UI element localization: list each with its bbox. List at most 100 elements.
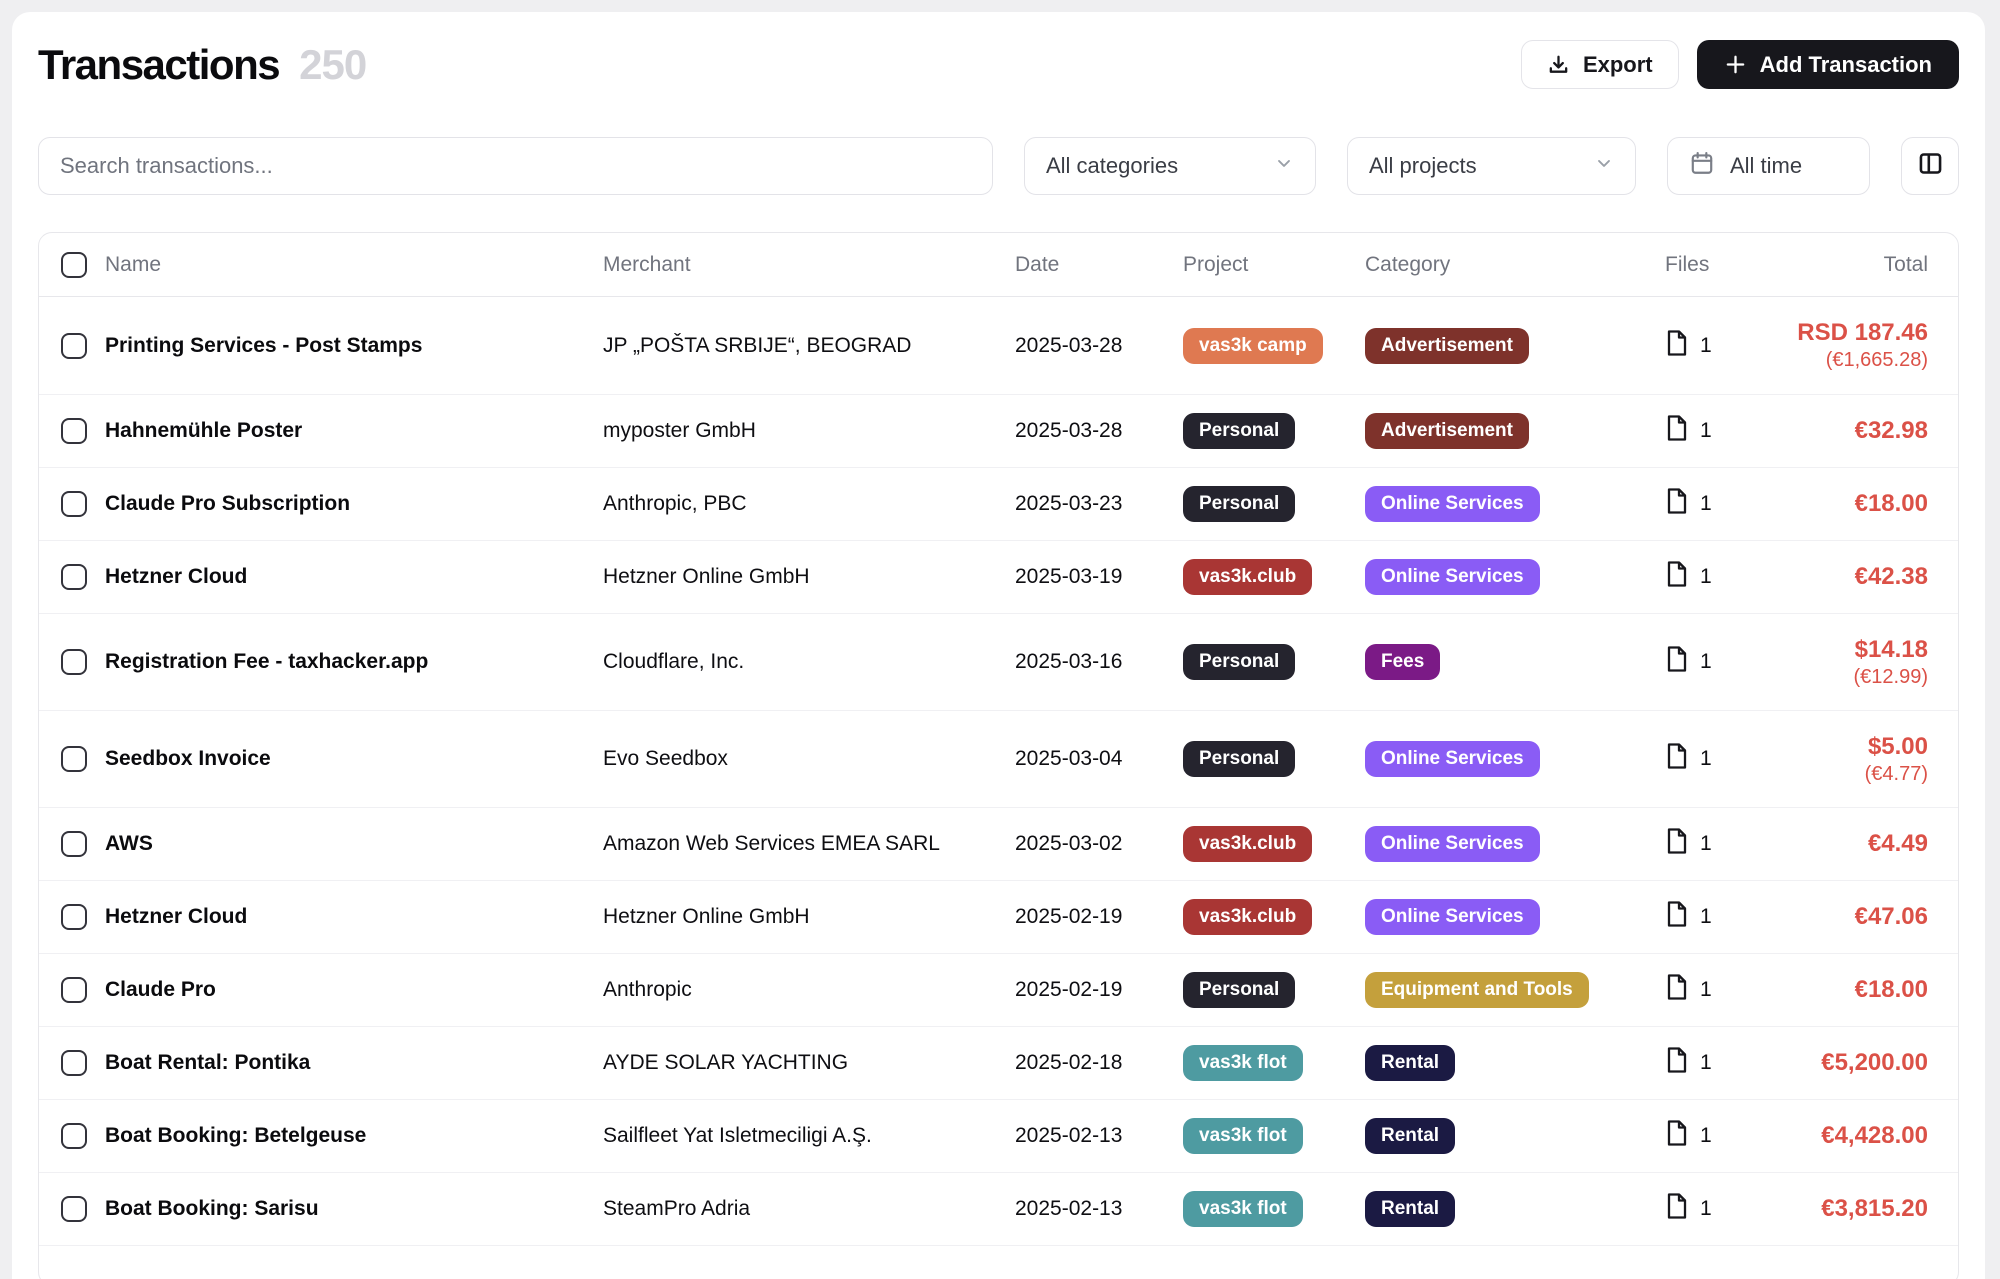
category-badge: Fees <box>1365 644 1440 680</box>
total-cell: €32.98 <box>1775 416 1928 446</box>
plus-icon <box>1724 53 1747 76</box>
project-badge: Personal <box>1183 644 1295 680</box>
table-row[interactable]: Claude ProAnthropic2025-02-19PersonalEqu… <box>39 953 1958 1026</box>
total-cell: €18.00 <box>1775 975 1928 1005</box>
project-badge: vas3k camp <box>1183 328 1323 364</box>
total-amount: €32.98 <box>1775 416 1928 446</box>
row-checkbox[interactable] <box>61 491 87 517</box>
project-badge: vas3k flot <box>1183 1191 1303 1227</box>
row-checkbox[interactable] <box>61 746 87 772</box>
header-date[interactable]: Date <box>1015 253 1183 277</box>
transaction-merchant: AYDE SOLAR YACHTING <box>603 1051 1015 1075</box>
table-row[interactable]: Registration Fee - taxhacker.appCloudfla… <box>39 613 1958 710</box>
row-checkbox[interactable] <box>61 418 87 444</box>
file-icon <box>1665 973 1689 1007</box>
page-title: Transactions <box>38 41 279 89</box>
header-merchant[interactable]: Merchant <box>603 253 1015 277</box>
projects-filter[interactable]: All projects <box>1347 137 1636 195</box>
row-checkbox[interactable] <box>61 1050 87 1076</box>
title-wrap: Transactions 250 <box>38 41 366 89</box>
table-row[interactable]: Hetzner CloudHetzner Online GmbH2025-03-… <box>39 540 1958 613</box>
categories-filter-value: All categories <box>1046 153 1178 179</box>
table-row[interactable]: Hahnemühle Postermyposter GmbH2025-03-28… <box>39 394 1958 467</box>
file-icon <box>1665 827 1689 861</box>
header-name[interactable]: Name <box>105 253 603 277</box>
row-checkbox[interactable] <box>61 333 87 359</box>
files-count: 1 <box>1700 1197 1712 1221</box>
files-count: 1 <box>1700 747 1712 771</box>
files-count: 1 <box>1700 905 1712 929</box>
files-cell: 1 <box>1665 827 1775 861</box>
total-amount: $5.00 <box>1775 732 1928 762</box>
transaction-date: 2025-03-02 <box>1015 832 1183 856</box>
search-input[interactable] <box>38 137 993 195</box>
transaction-date: 2025-03-28 <box>1015 334 1183 358</box>
transaction-name: Hetzner Cloud <box>105 565 603 589</box>
select-all-checkbox[interactable] <box>61 252 87 278</box>
transaction-date: 2025-02-13 <box>1015 1124 1183 1148</box>
transaction-merchant: Cloudflare, Inc. <box>603 650 1015 674</box>
files-cell: 1 <box>1665 900 1775 934</box>
row-checkbox[interactable] <box>61 1196 87 1222</box>
transaction-count: 250 <box>299 41 366 89</box>
total-cell: RSD 187.46(€1,665.28) <box>1775 318 1928 373</box>
category-badge: Online Services <box>1365 486 1540 522</box>
total-cell: €3,815.20 <box>1775 1194 1928 1224</box>
table-row[interactable]: Boat Booking: BetelgeuseSailfleet Yat Is… <box>39 1099 1958 1172</box>
row-checkbox[interactable] <box>61 904 87 930</box>
table-row[interactable]: Printing Services - Post StampsJP „POŠTA… <box>39 297 1958 394</box>
columns-icon <box>1917 150 1944 182</box>
transaction-merchant: Anthropic, PBC <box>603 492 1015 516</box>
transaction-date: 2025-03-04 <box>1015 747 1183 771</box>
row-checkbox[interactable] <box>61 1123 87 1149</box>
add-transaction-label: Add Transaction <box>1760 52 1932 78</box>
transaction-date: 2025-03-16 <box>1015 650 1183 674</box>
filters-bar: All categories All projects All time <box>38 137 1959 195</box>
table-row[interactable]: Boat Booking: SarisuSteamPro Adria2025-0… <box>39 1172 1958 1245</box>
row-checkbox[interactable] <box>61 831 87 857</box>
categories-filter[interactable]: All categories <box>1024 137 1316 195</box>
calendar-icon <box>1689 150 1715 182</box>
total-cell: $5.00(€4.77) <box>1775 732 1928 787</box>
table-row[interactable]: Claude Pro SubscriptionAnthropic, PBC202… <box>39 467 1958 540</box>
table-row[interactable]: Boat Rental: PontikaAYDE SOLAR YACHTING2… <box>39 1026 1958 1099</box>
row-checkbox[interactable] <box>61 649 87 675</box>
row-checkbox[interactable] <box>61 977 87 1003</box>
project-badge: Personal <box>1183 413 1295 449</box>
files-cell: 1 <box>1665 1119 1775 1153</box>
header-total[interactable]: Total <box>1775 253 1928 277</box>
files-count: 1 <box>1700 565 1712 589</box>
project-badge: vas3k.club <box>1183 826 1312 862</box>
header-project[interactable]: Project <box>1183 253 1365 277</box>
header-category[interactable]: Category <box>1365 253 1665 277</box>
transaction-name: Claude Pro Subscription <box>105 492 603 516</box>
total-amount: $14.18 <box>1775 635 1928 665</box>
transactions-page: Transactions 250 Export Add Transaction <box>12 12 1985 1279</box>
chevron-down-icon <box>1594 153 1614 179</box>
columns-toggle-button[interactable] <box>1901 137 1959 195</box>
add-transaction-button[interactable]: Add Transaction <box>1697 40 1959 89</box>
transaction-date: 2025-03-19 <box>1015 565 1183 589</box>
total-cell: €18.00 <box>1775 489 1928 519</box>
table-row[interactable]: AWSAmazon Web Services EMEA SARL2025-03-… <box>39 807 1958 880</box>
files-cell: 1 <box>1665 1046 1775 1080</box>
total-cell: $14.18(€12.99) <box>1775 635 1928 690</box>
total-cell: €5,200.00 <box>1775 1048 1928 1078</box>
header-files[interactable]: Files <box>1665 253 1775 277</box>
transaction-name: Registration Fee - taxhacker.app <box>105 650 603 674</box>
category-badge: Rental <box>1365 1191 1455 1227</box>
total-amount: €3,815.20 <box>1775 1194 1928 1224</box>
total-amount: €47.06 <box>1775 902 1928 932</box>
file-icon <box>1665 487 1689 521</box>
total-cell: €47.06 <box>1775 902 1928 932</box>
transaction-name: Hahnemühle Poster <box>105 419 603 443</box>
total-amount: €4.49 <box>1775 829 1928 859</box>
file-icon <box>1665 645 1689 679</box>
table-row[interactable]: Seedbox InvoiceEvo Seedbox2025-03-04Pers… <box>39 710 1958 807</box>
project-badge: vas3k.club <box>1183 559 1312 595</box>
table-row[interactable]: Hetzner CloudHetzner Online GmbH2025-02-… <box>39 880 1958 953</box>
row-checkbox[interactable] <box>61 564 87 590</box>
export-button[interactable]: Export <box>1521 40 1679 89</box>
total-amount-converted: (€4.77) <box>1775 762 1928 787</box>
date-range-filter[interactable]: All time <box>1667 137 1870 195</box>
